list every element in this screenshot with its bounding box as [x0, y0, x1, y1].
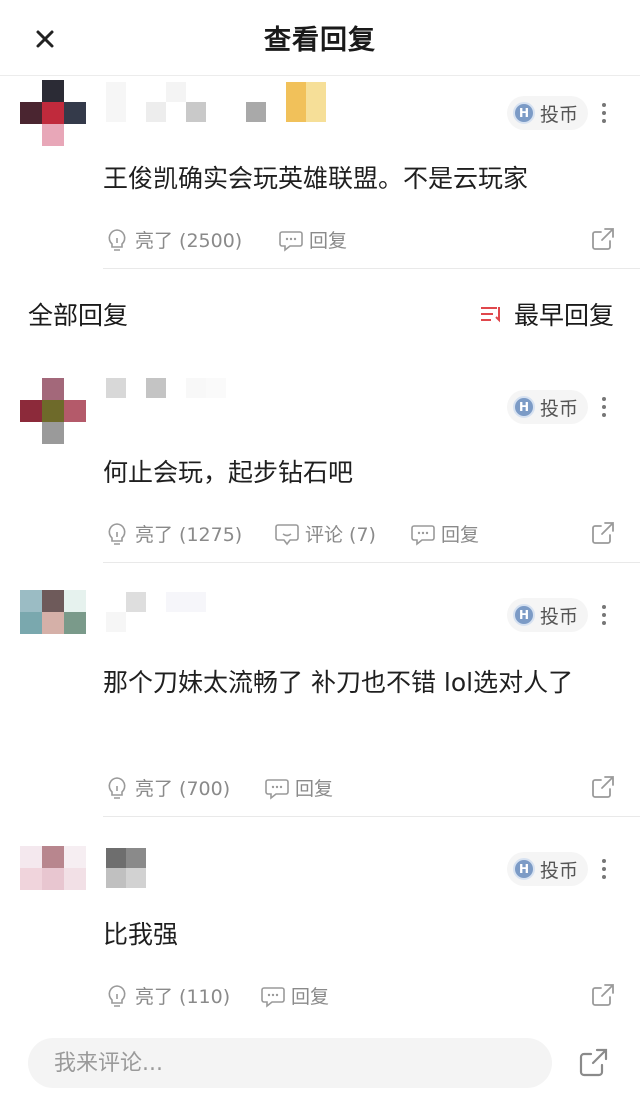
- like-count: 亮了 (700): [135, 778, 231, 800]
- comment-icon: [275, 523, 299, 545]
- like-button[interactable]: 亮了 (2500): [104, 226, 242, 253]
- coin-label: 投币: [539, 605, 578, 628]
- coin-label: 投币: [539, 397, 578, 420]
- reply-button[interactable]: 回复: [410, 520, 479, 547]
- username[interactable]: [106, 592, 206, 632]
- share-button[interactable]: [590, 982, 618, 1010]
- sort-icon: [480, 307, 500, 323]
- comment-count: 评论 (7): [305, 524, 376, 546]
- coin-button[interactable]: H 投币: [506, 852, 588, 886]
- reply-label: 回复: [441, 524, 480, 546]
- chat-bubble-icon: [411, 524, 435, 546]
- section-title: 全部回复: [28, 301, 129, 330]
- share-button[interactable]: [578, 1046, 612, 1080]
- avatar[interactable]: [20, 846, 86, 912]
- reply-label: 回复: [309, 230, 348, 252]
- reply-button[interactable]: 回复: [278, 226, 347, 253]
- coin-label: 投币: [539, 859, 578, 882]
- comment-button[interactable]: 评论 (7): [274, 520, 376, 547]
- coin-icon: H: [512, 396, 535, 418]
- avatar[interactable]: [20, 590, 86, 656]
- share-icon: [592, 228, 614, 250]
- share-button[interactable]: [590, 774, 618, 802]
- coin-label: 投币: [539, 103, 578, 126]
- more-button[interactable]: [594, 852, 614, 886]
- sort-label: 最早回复: [513, 301, 614, 330]
- username[interactable]: [106, 82, 326, 122]
- like-button[interactable]: 亮了 (1275): [104, 520, 242, 547]
- comment-text: 王俊凯确实会玩英雄联盟。不是云玩家: [103, 164, 529, 193]
- reply-label: 回复: [295, 778, 334, 800]
- chat-bubble-icon: [279, 230, 303, 252]
- coin-button[interactable]: H 投币: [506, 598, 588, 632]
- lightbulb-icon: [108, 522, 126, 545]
- comment-composer[interactable]: [28, 1038, 552, 1088]
- coin-icon: H: [512, 102, 535, 124]
- like-count: 亮了 (110): [135, 986, 231, 1008]
- comment-text: 比我强: [103, 920, 179, 949]
- sort-button[interactable]: 最早回复: [480, 296, 614, 332]
- coin-button[interactable]: H 投币: [506, 96, 588, 130]
- reply-button[interactable]: 回复: [260, 982, 329, 1009]
- like-button[interactable]: 亮了 (110): [104, 982, 230, 1009]
- share-icon: [592, 984, 614, 1006]
- reply-label: 回复: [291, 986, 330, 1008]
- reply-button[interactable]: 回复: [264, 774, 333, 801]
- share-button[interactable]: [590, 520, 618, 548]
- coin-icon: H: [512, 858, 535, 880]
- like-count: 亮了 (1275): [135, 524, 243, 546]
- coin-icon: H: [512, 604, 535, 626]
- avatar[interactable]: [20, 80, 86, 146]
- share-icon: [592, 522, 614, 544]
- lightbulb-icon: [108, 228, 126, 251]
- more-button[interactable]: [594, 598, 614, 632]
- comment-text: 何止会玩，起步钻石吧: [103, 458, 354, 487]
- chat-bubble-icon: [265, 778, 289, 800]
- divider: [103, 816, 640, 817]
- username[interactable]: [106, 378, 226, 416]
- like-count: 亮了 (2500): [135, 230, 243, 252]
- more-button[interactable]: [594, 390, 614, 424]
- page-title: 查看回复: [264, 25, 376, 56]
- chat-bubble-icon: [261, 986, 285, 1008]
- lightbulb-icon: [108, 776, 126, 799]
- lightbulb-icon: [108, 984, 126, 1007]
- avatar[interactable]: [20, 378, 86, 444]
- divider: [103, 268, 640, 269]
- comment-text: 那个刀妹太流畅了 补刀也不错 lol选对人了: [103, 668, 574, 697]
- more-button[interactable]: [594, 96, 614, 130]
- share-icon: [579, 1048, 608, 1077]
- comment-input[interactable]: [54, 1050, 552, 1076]
- username-shade: [106, 868, 146, 906]
- like-button[interactable]: 亮了 (700): [104, 774, 230, 801]
- divider: [103, 562, 640, 563]
- share-button[interactable]: [590, 226, 618, 254]
- header-bar: 查看回复: [0, 0, 640, 76]
- share-icon: [592, 776, 614, 798]
- coin-button[interactable]: H 投币: [506, 390, 588, 424]
